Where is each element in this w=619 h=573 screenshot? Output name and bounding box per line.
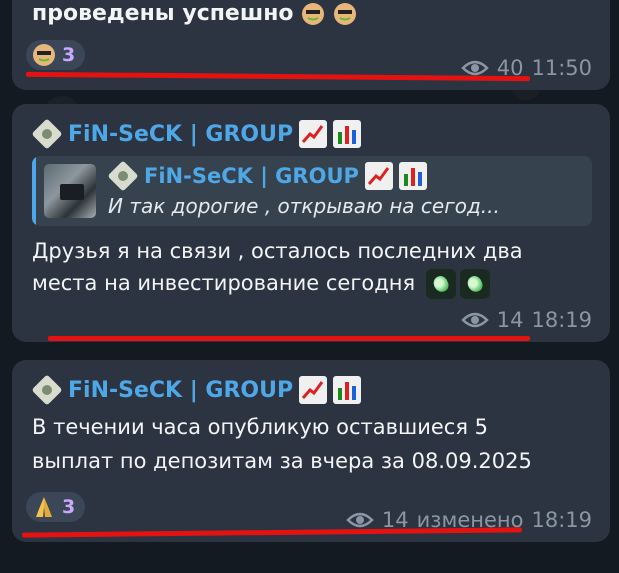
money-face-icon <box>333 3 356 25</box>
reply-quote[interactable]: FiN-SeCK | GROUP И так дорогие , открыва… <box>32 156 592 226</box>
message-sender[interactable]: FiN-SeCK | GROUP <box>32 120 362 148</box>
eye-icon <box>460 60 489 76</box>
chart-increasing-icon <box>299 120 328 148</box>
money-mouth-face-icon <box>33 44 55 66</box>
leaf-emoji-icon <box>425 269 456 299</box>
eye-icon <box>460 312 489 328</box>
bar-chart-icon <box>398 162 427 190</box>
bar-chart-icon <box>333 376 362 404</box>
quote-text: И так дорогие , открываю на сегод... <box>108 194 500 218</box>
annotation-underline <box>48 336 530 341</box>
folded-hands-icon <box>36 497 52 517</box>
chart-increasing-icon <box>299 376 328 404</box>
message-bubble-2[interactable]: FiN-SeCK | GROUP FiN-SeCK | GROUP И так … <box>12 104 610 342</box>
message-time: 18:19 <box>531 508 592 532</box>
eye-icon <box>346 512 374 528</box>
message-bubble-3[interactable]: FiN-SeCK | GROUP В течении часа опублику… <box>12 360 610 542</box>
message-text-line2: выплат по депозитам за вчера за 08.09.20… <box>32 449 532 473</box>
message-text-line2: места на инвестирование сегодня <box>32 268 490 299</box>
quote-thumbnail <box>44 164 96 218</box>
newspaper-icon <box>32 377 62 403</box>
newspaper-icon <box>32 121 62 147</box>
leaf-emoji-icon <box>459 269 490 299</box>
reaction-count: 3 <box>62 44 76 66</box>
bar-chart-icon <box>333 120 362 148</box>
message-text-line1: Друзья я на связи , осталось последних д… <box>32 239 523 263</box>
newspaper-icon <box>108 163 138 189</box>
reaction-count: 3 <box>62 496 76 518</box>
view-count: 14 <box>496 308 524 332</box>
chart-increasing-icon <box>364 162 393 190</box>
message-meta: 14 18:19 <box>460 308 592 332</box>
message-time: 18:19 <box>531 308 592 332</box>
money-face-icon <box>302 3 325 25</box>
reaction-chip[interactable]: 3 <box>26 492 86 522</box>
message-sender[interactable]: FiN-SeCK | GROUP <box>32 376 362 404</box>
message-text: проведены успешно <box>32 0 357 29</box>
message-time: 11:50 <box>531 56 592 80</box>
quote-sender: FiN-SeCK | GROUP <box>108 162 427 190</box>
message-text-line1: В течении часа опубликую оставшиеся 5 <box>32 415 488 439</box>
quote-accent-bar <box>32 156 36 226</box>
reaction-chip[interactable]: 3 <box>26 40 86 70</box>
